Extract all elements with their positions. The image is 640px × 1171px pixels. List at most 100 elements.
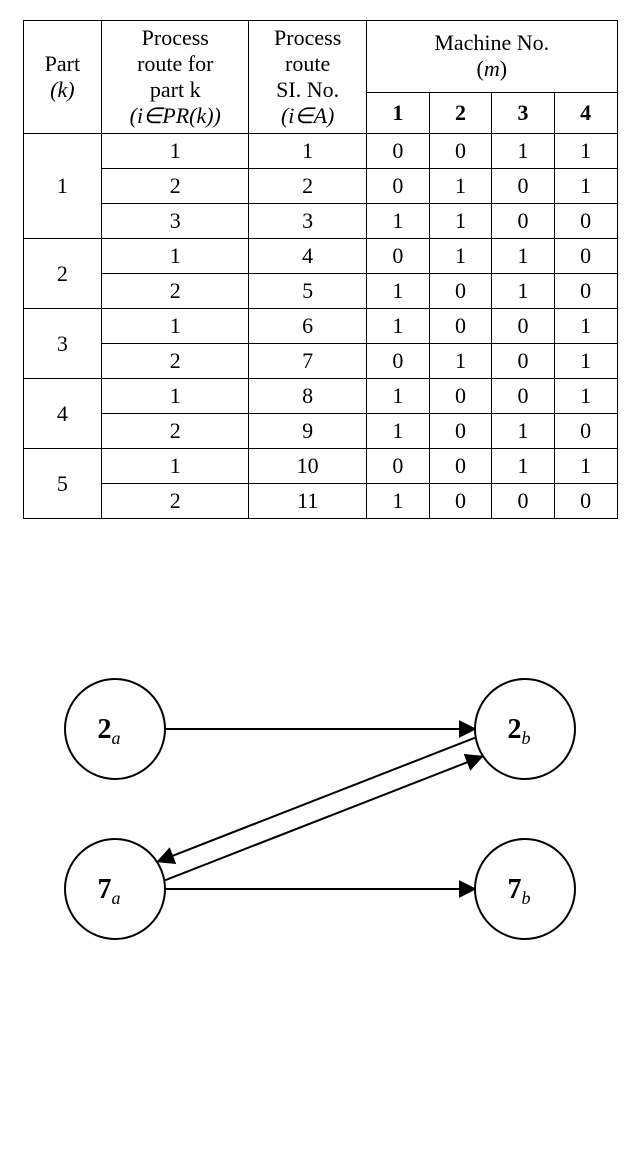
cell-m: 0 [492, 379, 555, 414]
cell-m: 1 [429, 344, 492, 379]
cell-m: 0 [429, 274, 492, 309]
cell-pr: 2 [102, 484, 249, 519]
mach-l2: m [484, 56, 500, 81]
cell-m: 0 [554, 484, 617, 519]
cell-pr: 2 [102, 169, 249, 204]
part-label: Part [45, 51, 80, 76]
cell-m: 1 [429, 204, 492, 239]
pr-l3: part k [150, 77, 201, 102]
cell-m: 0 [492, 169, 555, 204]
cell-sl: 7 [249, 344, 367, 379]
cell-m: 0 [554, 239, 617, 274]
table-row: 4181001 [23, 379, 617, 414]
table-row: 3161001 [23, 309, 617, 344]
table-row: 1110011 [23, 134, 617, 169]
cell-m: 0 [367, 449, 430, 484]
table-row: 2111000 [23, 484, 617, 519]
mach-3: 3 [492, 92, 555, 133]
cell-part: 5 [23, 449, 102, 519]
col-part: Part (k) [23, 21, 102, 134]
process-route-table: Part (k) Process route for part k (i∈PR(… [23, 20, 618, 519]
pr-l1: Process [142, 25, 209, 50]
cell-m: 0 [492, 204, 555, 239]
table-row: 291010 [23, 414, 617, 449]
cell-m: 0 [492, 344, 555, 379]
cell-m: 1 [492, 414, 555, 449]
cell-m: 1 [367, 274, 430, 309]
cell-m: 1 [554, 134, 617, 169]
graph-edge [165, 756, 482, 880]
pr-l2: route for [137, 51, 213, 76]
cell-m: 0 [367, 169, 430, 204]
cell-sl: 9 [249, 414, 367, 449]
cell-part: 1 [23, 134, 102, 239]
cell-m: 1 [554, 344, 617, 379]
cell-m: 0 [429, 414, 492, 449]
cell-m: 1 [554, 379, 617, 414]
cell-sl: 6 [249, 309, 367, 344]
graph-edge [158, 738, 475, 862]
cell-m: 0 [554, 414, 617, 449]
sl-l2: route [285, 51, 330, 76]
col-slno: Process route SI. No. (i∈A) [249, 21, 367, 134]
cell-pr: 1 [102, 134, 249, 169]
cell-m: 1 [367, 204, 430, 239]
cell-pr: 2 [102, 344, 249, 379]
cell-m: 1 [554, 169, 617, 204]
mach-2: 2 [429, 92, 492, 133]
cell-sl: 11 [249, 484, 367, 519]
part-label-k: (k) [50, 77, 74, 102]
cell-pr: 1 [102, 449, 249, 484]
cell-sl: 4 [249, 239, 367, 274]
cell-m: 0 [367, 239, 430, 274]
sl-l3: SI. No. [276, 77, 339, 102]
cell-sl: 3 [249, 204, 367, 239]
cell-m: 0 [367, 134, 430, 169]
mach-l1: Machine No. [434, 30, 549, 55]
table-row: 220101 [23, 169, 617, 204]
cell-m: 0 [492, 309, 555, 344]
cell-sl: 10 [249, 449, 367, 484]
cell-m: 1 [554, 309, 617, 344]
sl-l4: (i∈A) [281, 103, 334, 128]
cell-m: 0 [429, 484, 492, 519]
cell-m: 1 [367, 484, 430, 519]
cell-part: 4 [23, 379, 102, 449]
cell-sl: 8 [249, 379, 367, 414]
cell-pr: 2 [102, 414, 249, 449]
cell-m: 1 [492, 274, 555, 309]
cell-part: 3 [23, 309, 102, 379]
cell-sl: 2 [249, 169, 367, 204]
pr-l4: (i∈PR(k)) [130, 103, 221, 128]
cell-m: 1 [492, 134, 555, 169]
sl-l1: Process [274, 25, 341, 50]
cell-m: 0 [429, 379, 492, 414]
col-process-route: Process route for part k (i∈PR(k)) [102, 21, 249, 134]
cell-m: 1 [367, 379, 430, 414]
cell-m: 0 [554, 204, 617, 239]
cell-m: 1 [367, 309, 430, 344]
cell-m: 1 [554, 449, 617, 484]
table-row: 251010 [23, 274, 617, 309]
cell-m: 1 [492, 449, 555, 484]
cell-m: 0 [429, 449, 492, 484]
cell-m: 0 [429, 309, 492, 344]
route-graph: 2a2b7a7b [25, 659, 625, 959]
cell-m: 1 [429, 239, 492, 274]
col-machine: Machine No. (m) [367, 21, 617, 93]
cell-m: 1 [429, 169, 492, 204]
cell-pr: 2 [102, 274, 249, 309]
cell-m: 0 [367, 344, 430, 379]
table-row: 51100011 [23, 449, 617, 484]
table-row: 331100 [23, 204, 617, 239]
table-row: 270101 [23, 344, 617, 379]
cell-sl: 5 [249, 274, 367, 309]
cell-pr: 1 [102, 379, 249, 414]
table-row: 2140110 [23, 239, 617, 274]
cell-m: 1 [367, 414, 430, 449]
cell-m: 1 [492, 239, 555, 274]
cell-m: 0 [492, 484, 555, 519]
cell-m: 0 [554, 274, 617, 309]
cell-pr: 3 [102, 204, 249, 239]
mach-1: 1 [367, 92, 430, 133]
